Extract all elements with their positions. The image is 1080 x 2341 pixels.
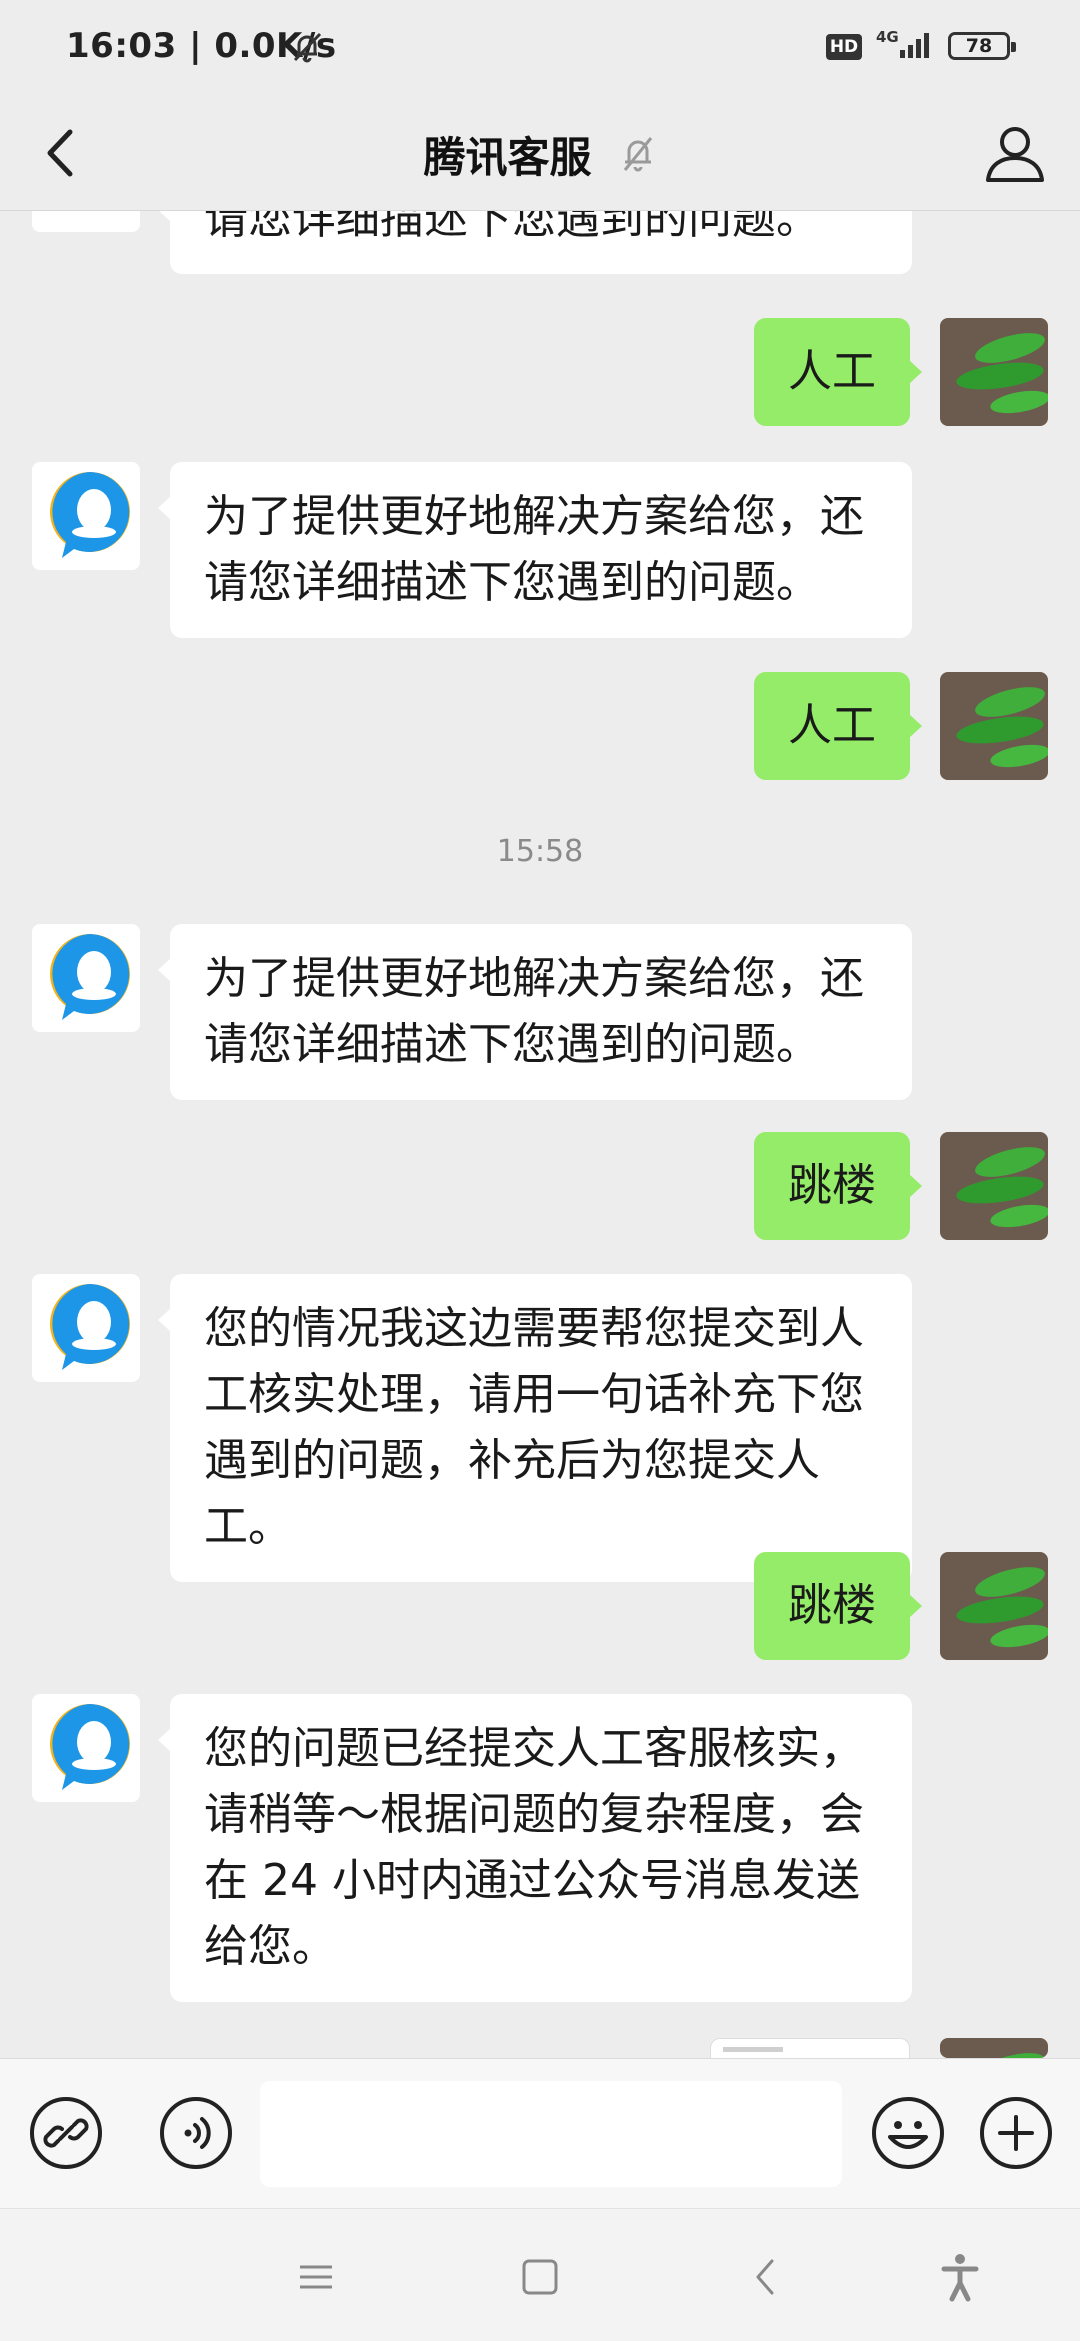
qq-logo-icon: [50, 934, 130, 1020]
leaf-photo-icon: [940, 2038, 1048, 2058]
message-input[interactable]: [260, 2081, 842, 2187]
system-navigation-bar: [0, 2208, 1080, 2341]
plus-icon: [980, 2097, 1052, 2169]
leaf-photo-icon: [940, 1132, 1048, 1240]
bot-avatar[interactable]: [32, 210, 140, 232]
status-bar: 16:03 | 0.0K/s HD 4G 78: [0, 0, 1080, 96]
person-icon: [986, 127, 1044, 182]
chat-header: 腾讯客服: [0, 96, 1080, 211]
bot-message[interactable]: 为了提供更好地解决方案给您，还请您详细描述下您遇到的问题。: [158, 462, 912, 638]
user-avatar[interactable]: [940, 672, 1048, 780]
bell-off-icon: [619, 132, 657, 178]
link-button[interactable]: [28, 2095, 104, 2171]
system-back-button[interactable]: [738, 2249, 794, 2305]
network-type: 4G: [876, 28, 899, 46]
signal-icon: [898, 30, 934, 64]
square-icon: [522, 2259, 558, 2295]
profile-button[interactable]: [980, 118, 1050, 188]
bot-avatar[interactable]: [32, 462, 140, 570]
page-title: 腾讯客服: [423, 133, 592, 182]
leaf-photo-icon: [940, 318, 1048, 426]
link-icon: [30, 2097, 102, 2169]
thumbnail-preview: [723, 2047, 783, 2052]
qq-logo-icon: [50, 472, 130, 558]
accessibility-icon: [941, 2254, 979, 2302]
menu-icon: [300, 2265, 332, 2289]
hd-badge: HD: [826, 34, 862, 60]
chat-timestamp: 15:58: [496, 834, 584, 869]
image-message-thumbnail[interactable]: [710, 2038, 910, 2058]
user-avatar[interactable]: [940, 1132, 1048, 1240]
title-wrap: 腾讯客服: [0, 124, 1080, 185]
notification-off-icon: [290, 30, 324, 68]
triangle-back-icon: [756, 2259, 774, 2295]
recent-apps-button[interactable]: [288, 2249, 344, 2305]
user-message[interactable]: 跳楼: [754, 1552, 922, 1660]
accessibility-button[interactable]: [932, 2249, 988, 2305]
message-input-bar: [0, 2058, 1080, 2209]
bot-message[interactable]: 请您详细描述下您遇到的问题。: [158, 210, 912, 274]
qq-logo-icon: [50, 1284, 130, 1370]
bot-message[interactable]: 您的情况我这边需要帮您提交到人工核实处理，请用一句话补充下您遇到的问题，补充后为…: [158, 1274, 912, 1582]
battery-indicator: 78: [948, 32, 1016, 60]
user-message[interactable]: 人工: [754, 672, 922, 780]
user-message[interactable]: 跳楼: [754, 1132, 922, 1240]
leaf-photo-icon: [940, 1552, 1048, 1660]
emoji-button[interactable]: [870, 2095, 946, 2171]
user-avatar[interactable]: [940, 318, 1048, 426]
bot-avatar[interactable]: [32, 924, 140, 1032]
chat-message-list[interactable]: 请您详细描述下您遇到的问题。 人工 为了提供更好地解决方案给您，还请您详细描述下…: [0, 210, 1080, 2058]
bot-avatar[interactable]: [32, 1694, 140, 1802]
voice-icon: [160, 2097, 232, 2169]
bot-message[interactable]: 为了提供更好地解决方案给您，还请您详细描述下您遇到的问题。: [158, 924, 912, 1100]
user-avatar[interactable]: [940, 1552, 1048, 1660]
bot-avatar[interactable]: [32, 1274, 140, 1382]
bot-message[interactable]: 您的问题已经提交人工客服核实，请稍等～根据问题的复杂程度，会在 24 小时内通过…: [158, 1694, 912, 2002]
home-button[interactable]: [512, 2249, 568, 2305]
leaf-photo-icon: [940, 672, 1048, 780]
user-message[interactable]: 人工: [754, 318, 922, 426]
smile-icon: [872, 2097, 944, 2169]
voice-button[interactable]: [158, 2095, 234, 2171]
more-button[interactable]: [978, 2095, 1054, 2171]
qq-logo-icon: [50, 1704, 130, 1790]
user-avatar[interactable]: [940, 2038, 1048, 2058]
